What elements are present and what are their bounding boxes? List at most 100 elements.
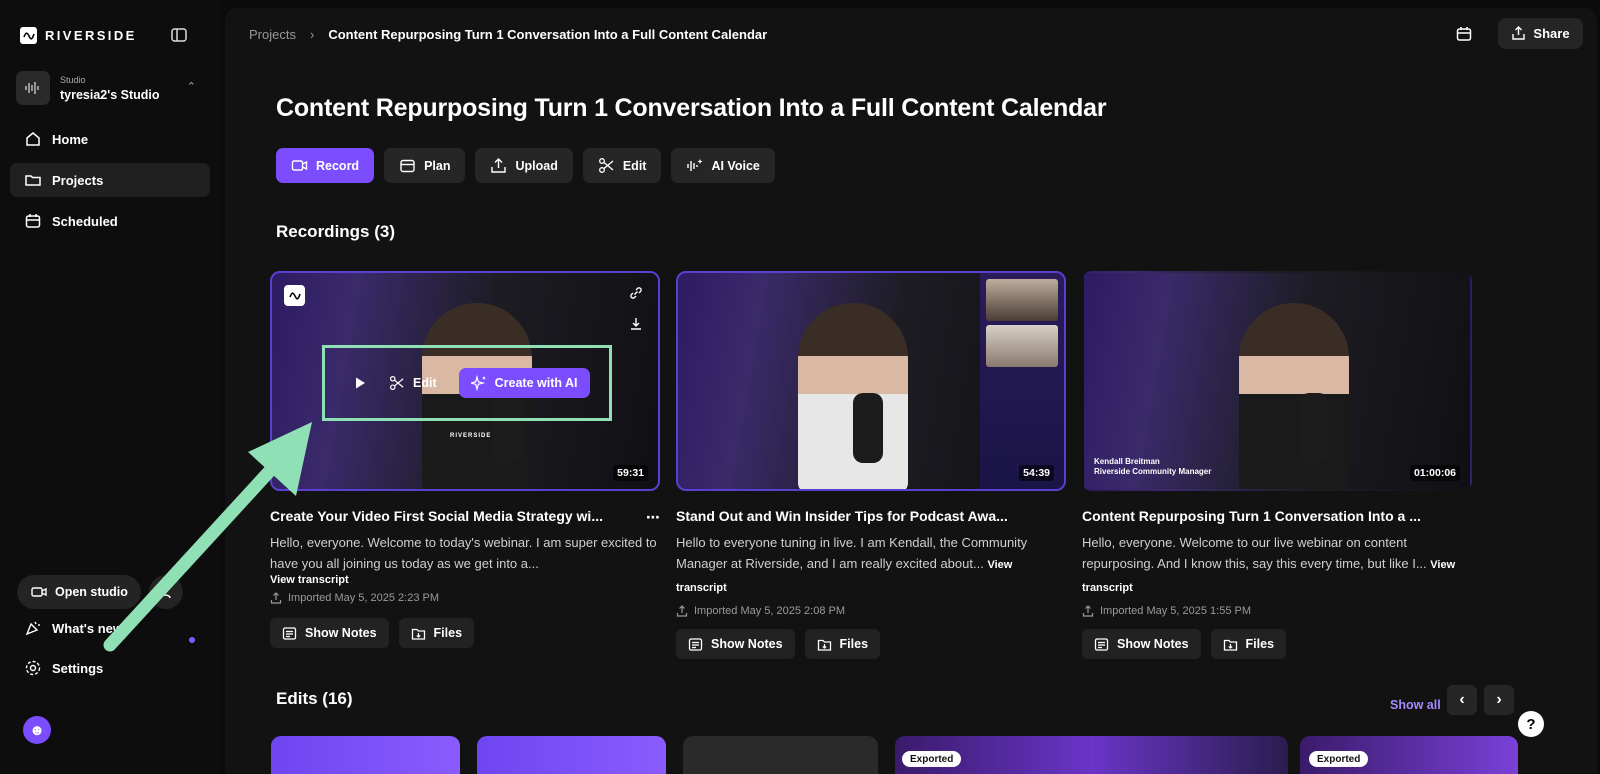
- notes-icon: [688, 637, 703, 651]
- show-notes-button[interactable]: Show Notes: [676, 629, 795, 659]
- hover-edit-button[interactable]: Edit: [389, 375, 437, 391]
- imported-info: Imported May 5, 2025 2:23 PM: [270, 592, 660, 604]
- upload-button[interactable]: Upload: [475, 148, 573, 183]
- recording-title[interactable]: Stand Out and Win Insider Tips for Podca…: [676, 508, 1066, 524]
- files-button[interactable]: Files: [804, 629, 881, 659]
- participant-tile: [986, 279, 1058, 321]
- show-notes-label: Show Notes: [711, 637, 783, 651]
- folder-icon: [25, 175, 41, 186]
- riverside-logo-icon: [284, 285, 305, 306]
- duration-badge: 59:31: [613, 465, 648, 481]
- show-notes-button[interactable]: Show Notes: [1082, 629, 1201, 659]
- share-button[interactable]: Share: [1498, 18, 1583, 49]
- create-with-ai-button[interactable]: Create with AI: [458, 368, 590, 398]
- whats-new-label: What's new?: [52, 620, 131, 636]
- riverside-logo[interactable]: RIVERSIDE: [20, 27, 137, 44]
- edit-thumbnail[interactable]: [477, 736, 666, 774]
- recording-card: Kendall Breitman Riverside Community Man…: [1082, 271, 1472, 659]
- exported-badge: Exported: [1309, 751, 1369, 767]
- edit-button[interactable]: Edit: [582, 148, 662, 183]
- breadcrumb-current: Content Repurposing Turn 1 Conversation …: [328, 27, 768, 42]
- hover-edit-label: Edit: [413, 376, 437, 390]
- chevron-right-icon: ›: [309, 27, 315, 42]
- scissors-icon: [598, 158, 614, 173]
- upload-icon: [1082, 605, 1094, 617]
- exported-badge: Exported: [902, 751, 962, 767]
- microphone-image: [1299, 393, 1329, 463]
- imported-date: Imported May 5, 2025 1:55 PM: [1100, 605, 1252, 617]
- ai-voice-label: AI Voice: [711, 158, 760, 173]
- open-studio-button[interactable]: Open studio: [17, 575, 141, 609]
- participant-strip: [980, 273, 1064, 489]
- edit-thumbnail[interactable]: [271, 736, 460, 774]
- recording-thumbnail[interactable]: RIVERSIDE Edit Create with AI 59:31: [270, 271, 660, 491]
- recording-description-text: Hello to everyone tuning in live. I am K…: [676, 535, 1028, 571]
- notes-icon: [1094, 637, 1109, 651]
- party-popper-icon: [25, 621, 40, 636]
- user-avatar[interactable]: ☻: [23, 716, 51, 744]
- invite-user-button[interactable]: [149, 575, 183, 609]
- show-all-link[interactable]: Show all: [1390, 698, 1441, 712]
- create-with-ai-label: Create with AI: [494, 376, 578, 390]
- notes-icon: [282, 626, 297, 640]
- home-icon: [26, 132, 40, 146]
- whats-new-link[interactable]: What's new?: [24, 619, 131, 637]
- share-icon: [1512, 26, 1526, 40]
- recording-title[interactable]: Content Repurposing Turn 1 Conversation …: [1082, 508, 1472, 524]
- sidebar-item-scheduled[interactable]: Scheduled: [10, 204, 210, 238]
- sidebar-item-home[interactable]: Home: [10, 122, 210, 156]
- recording-thumbnail[interactable]: Kendall Breitman Riverside Community Man…: [1082, 271, 1472, 491]
- record-button[interactable]: Record: [276, 148, 375, 183]
- recording-thumbnail[interactable]: 54:39: [676, 271, 1066, 491]
- duration-badge: 54:39: [1019, 465, 1054, 481]
- edit-thumbnail[interactable]: [683, 736, 878, 774]
- recordings-title: Recordings (3): [276, 222, 396, 241]
- recording-title[interactable]: Create Your Video First Social Media Str…: [270, 508, 660, 524]
- files-label: Files: [1245, 637, 1275, 651]
- record-icon: [291, 160, 308, 171]
- recording-description: Hello, everyone. Welcome to today's webi…: [270, 535, 657, 571]
- sidebar: RIVERSIDE Studio tyresia2's Studio ⌃ Hom…: [0, 0, 221, 774]
- upload-icon: [270, 592, 282, 604]
- hover-actions-bar: Edit Create with AI: [322, 345, 612, 421]
- files-button[interactable]: Files: [398, 618, 475, 648]
- imported-date: Imported May 5, 2025 2:23 PM: [288, 592, 440, 604]
- prev-page-button[interactable]: ‹: [1447, 685, 1477, 715]
- record-label: Record: [316, 158, 360, 173]
- imported-info: Imported May 5, 2025 1:55 PM: [1082, 605, 1472, 617]
- sidebar-item-projects[interactable]: Projects: [10, 163, 210, 197]
- calendar-icon[interactable]: [1455, 25, 1475, 45]
- studio-label: Studio: [60, 74, 86, 85]
- show-notes-button[interactable]: Show Notes: [270, 618, 389, 648]
- speaker-image: [1239, 303, 1349, 489]
- upload-icon: [676, 605, 688, 617]
- link-icon[interactable]: [628, 285, 646, 303]
- next-page-button[interactable]: ›: [1484, 685, 1514, 715]
- folder-download-icon: [1223, 639, 1237, 651]
- help-button[interactable]: ?: [1518, 711, 1544, 737]
- unread-dot: [189, 637, 195, 643]
- folder-download-icon: [817, 639, 831, 651]
- settings-label: Settings: [52, 660, 104, 676]
- brand-name: RIVERSIDE: [45, 28, 137, 43]
- plan-button[interactable]: Plan: [384, 148, 466, 183]
- more-options-icon[interactable]: ⋯: [646, 509, 660, 526]
- play-icon[interactable]: [353, 376, 367, 390]
- calendar-icon: [25, 214, 41, 228]
- settings-link[interactable]: Settings: [24, 659, 103, 677]
- ai-voice-button[interactable]: AI Voice: [671, 148, 775, 183]
- lower-third-caption: Kendall Breitman Riverside Community Man…: [1094, 457, 1211, 477]
- files-label: Files: [433, 626, 463, 640]
- microphone-image: [853, 393, 883, 463]
- caption-role: Riverside Community Manager: [1094, 467, 1212, 476]
- breadcrumb-projects[interactable]: Projects: [249, 27, 296, 42]
- sidebar-item-label: Projects: [52, 172, 104, 188]
- files-button[interactable]: Files: [1210, 629, 1287, 659]
- video-camera-icon: [31, 587, 47, 597]
- upload-label: Upload: [515, 158, 558, 173]
- sparkle-icon: [470, 375, 486, 391]
- download-icon[interactable]: [628, 316, 646, 334]
- sidebar-toggle-icon[interactable]: [170, 26, 190, 46]
- studio-switcher[interactable]: Studio tyresia2's Studio ⌃: [16, 68, 206, 108]
- view-transcript-link[interactable]: View transcript: [270, 574, 660, 586]
